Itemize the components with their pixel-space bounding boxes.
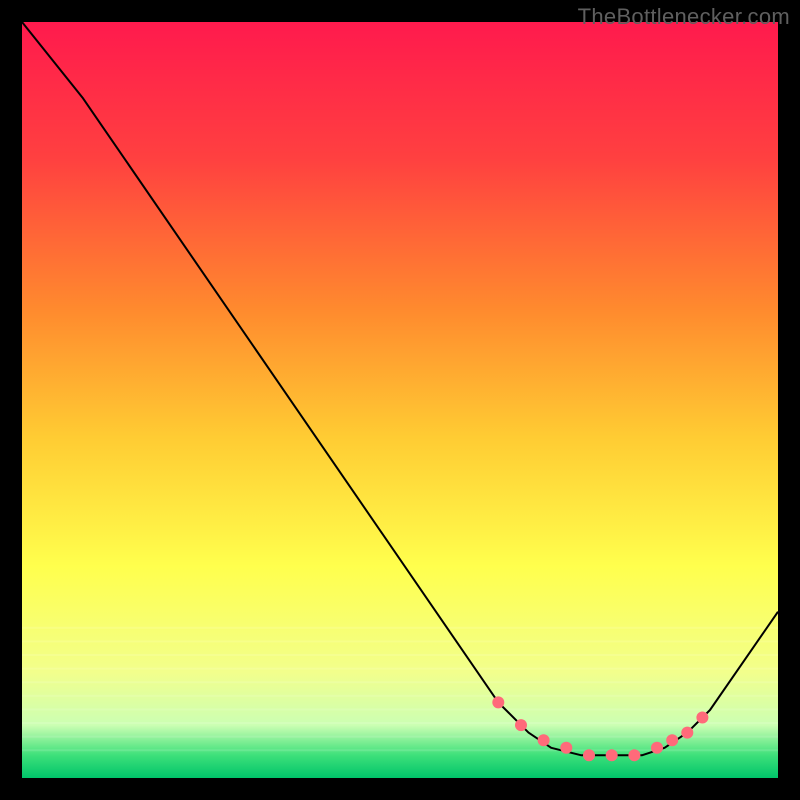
band-line xyxy=(22,708,778,710)
band-line xyxy=(22,640,778,642)
marker-dot xyxy=(538,734,550,746)
chart-stage: TheBottlenecker.com xyxy=(0,0,800,800)
band-line xyxy=(22,749,778,751)
marker-dot xyxy=(583,749,595,761)
band-line xyxy=(22,722,778,724)
marker-dot xyxy=(696,712,708,724)
marker-dot xyxy=(515,719,527,731)
marker-dot xyxy=(681,727,693,739)
band-line xyxy=(22,668,778,670)
marker-dot xyxy=(651,742,663,754)
marker-dot xyxy=(666,734,678,746)
marker-dot xyxy=(560,742,572,754)
band-line xyxy=(22,695,778,697)
plot-area xyxy=(22,22,778,778)
marker-dot xyxy=(628,749,640,761)
gradient-background xyxy=(22,22,778,778)
marker-dot xyxy=(606,749,618,761)
watermark-text: TheBottlenecker.com xyxy=(578,4,790,30)
marker-dot xyxy=(492,696,504,708)
plot-svg xyxy=(22,22,778,778)
band-line xyxy=(22,654,778,656)
band-line xyxy=(22,627,778,629)
band-line xyxy=(22,736,778,738)
band-line xyxy=(22,681,778,683)
